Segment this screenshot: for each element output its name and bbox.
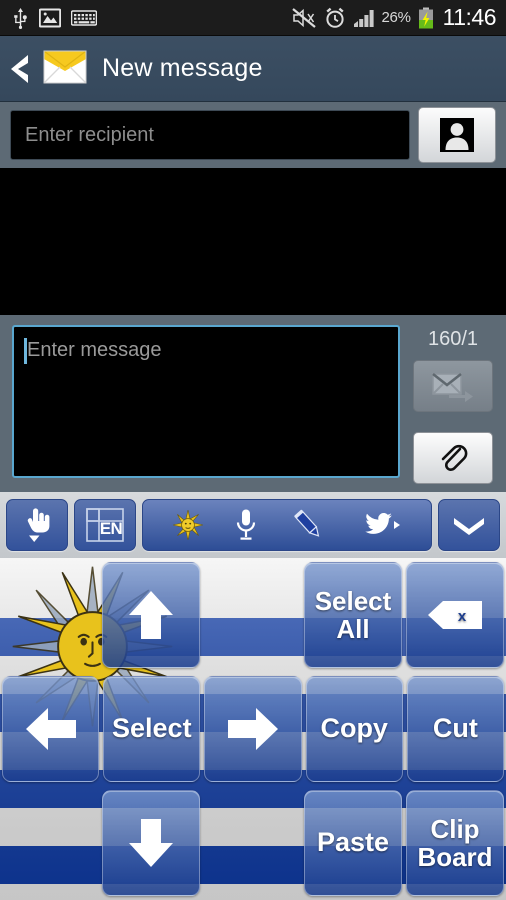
send-message-icon [432,372,473,402]
pencil-icon[interactable] [289,508,327,542]
attach-button[interactable] [413,432,493,484]
compose-actions: 160/1 [408,325,498,484]
arrow-up-icon [129,591,173,639]
microphone-icon[interactable] [234,508,258,542]
cut-key[interactable]: Cut [406,676,505,782]
clipboard-label: Clip Board [417,813,493,872]
keyboard-row-3: Paste Clip Board [0,786,506,900]
envelope-icon [42,45,88,92]
blank-key [204,790,300,896]
language-key[interactable]: EN [74,499,136,551]
input-method-group [142,499,432,551]
arrow-right-key[interactable] [204,676,302,782]
blank-key [204,562,300,668]
blank-key [2,562,98,668]
keyboard-icon [71,9,97,26]
signal-icon [353,9,374,27]
select-all-label: Select All [314,585,392,644]
copy-key[interactable]: Copy [305,676,403,782]
sun-icon[interactable] [172,510,203,540]
blank-key [2,790,98,896]
twitter-bird-icon[interactable] [358,510,402,540]
mute-vibrate-off-icon [291,7,316,28]
recipient-bar: Enter recipient [0,102,506,168]
phone-screen: 26% 11:46 New message Enter recipient En… [0,0,506,900]
cut-label: Cut [432,713,478,744]
clipboard-key[interactable]: Clip Board [406,790,504,896]
back-chevron-icon [11,54,28,83]
recipient-input[interactable]: Enter recipient [10,110,410,160]
contact-person-icon [440,118,474,152]
handwriting-mode-button[interactable] [6,499,68,551]
keyboard-rows: Select All x Select Copy Cut Paste Clip … [0,558,506,900]
backspace-icon: x [428,601,482,629]
image-icon [39,8,61,27]
language-label: EN [99,519,123,538]
select-label: Select [112,713,192,744]
copy-label: Copy [320,713,388,744]
paste-label: Paste [316,827,390,858]
add-contact-button[interactable] [418,107,496,163]
status-bar: 26% 11:46 [0,0,506,36]
recipient-placeholder: Enter recipient [25,123,154,146]
backspace-key[interactable]: x [406,562,504,668]
chevron-down-icon [454,518,484,535]
arrow-down-icon [129,819,173,867]
keyboard: Select All x Select Copy Cut Paste Clip … [0,558,506,900]
character-counter: 160/1 [427,328,479,350]
paste-key[interactable]: Paste [304,790,402,896]
title-bar: New message [0,36,506,102]
keyboard-row-2: Select Copy Cut [0,672,506,786]
battery-percent-label: 26% [381,9,411,26]
arrow-left-icon [25,708,76,750]
compose-area: Enter message 160/1 [0,315,506,492]
clock-label: 11:46 [442,4,497,30]
arrow-up-key[interactable] [102,562,200,668]
back-button[interactable] [0,36,40,102]
usb-icon [14,7,27,29]
arrow-right-icon [228,708,278,750]
hide-keyboard-button[interactable] [438,499,500,551]
message-placeholder: Enter message [27,339,162,361]
send-button[interactable] [413,360,493,412]
keyboard-toolbar: EN [0,492,506,558]
svg-text:x: x [458,608,467,625]
conversation-area[interactable] [0,168,506,315]
status-bar-left-icons [0,7,291,29]
message-input[interactable]: Enter message [12,325,400,478]
arrow-down-key[interactable] [102,790,200,896]
keyboard-row-1: Select All x [0,558,506,672]
select-key[interactable]: Select [103,676,201,782]
status-bar-right-icons: 26% 11:46 [291,4,506,31]
arrow-left-key[interactable] [2,676,100,782]
hand-down-icon [27,508,50,542]
battery-charging-icon [418,7,433,28]
paperclip-icon [441,444,468,471]
select-all-key[interactable]: Select All [304,562,402,668]
page-title: New message [102,54,263,82]
alarm-icon [325,7,344,28]
